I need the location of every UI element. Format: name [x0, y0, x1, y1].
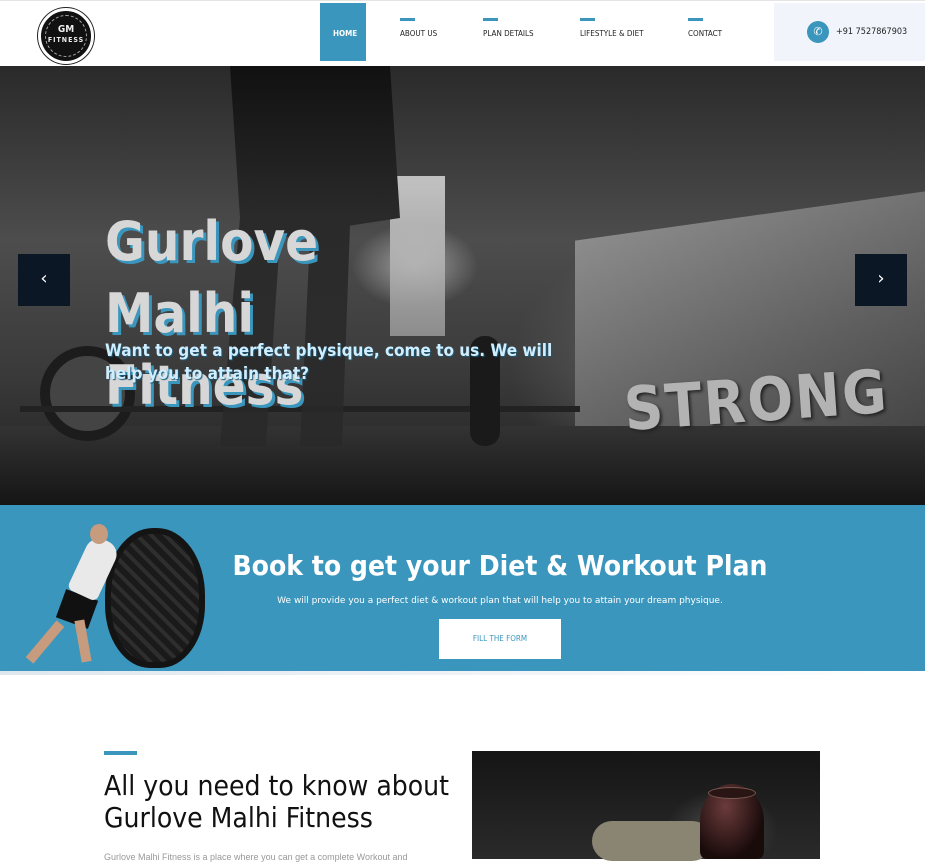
hero-title: Gurlove Malhi Fitness [105, 210, 319, 417]
slider-prev-button[interactable]: ‹ [18, 254, 70, 306]
athlete-leg [25, 620, 65, 664]
slider-next-button[interactable]: › [855, 254, 907, 306]
about-image [472, 751, 820, 861]
athlete-head [90, 524, 108, 544]
nav-home-label: HOME [333, 29, 358, 38]
nav-plan-details-label: PLAN DETAILS [483, 29, 534, 38]
hero-subtitle: Want to get a perfect physique, come to … [105, 341, 553, 384]
gm-fitness-logo[interactable]: GM FITNESS [38, 8, 94, 64]
phone-icon: ✆ [807, 21, 829, 43]
phone-contact[interactable]: ✆ +91 7527867903 [774, 3, 925, 61]
booking-description: We will provide you a perfect diet & wor… [277, 596, 723, 606]
booking-title: Book to get your Diet & Workout Plan [232, 549, 768, 582]
nav-accent-bar [580, 18, 595, 21]
fill-form-button[interactable]: FILL THE FORM [439, 619, 561, 659]
nav-accent-bar [688, 18, 703, 21]
nav-contact-label: CONTACT [688, 29, 723, 38]
image-cloth [592, 821, 712, 861]
hero-slider: STRONG Gurlove Malhi Fitness Want to get… [0, 66, 925, 505]
nav-accent-bar [400, 18, 415, 21]
phone-number: +91 7527867903 [836, 27, 908, 37]
about-accent-bar [104, 751, 137, 755]
chevron-left-icon: ‹ [40, 268, 48, 289]
logo-text-fitness: FITNESS [47, 36, 85, 44]
athlete-leg [74, 619, 92, 663]
chevron-right-icon: › [877, 268, 885, 289]
logo-text-gm: GM [57, 24, 75, 35]
nav-lifestyle-diet-label: LIFESTYLE & DIET [580, 29, 644, 38]
site-header: GM FITNESS HOME ABOUT US PLAN DETAILS LI… [0, 0, 925, 66]
about-title: All you need to know about Gurlove Malhi… [104, 769, 449, 834]
about-text: Gurlove Malhi Fitness is a place where y… [104, 852, 408, 862]
image-cup-rim [708, 787, 756, 799]
hero-floor [0, 426, 925, 505]
nav-home[interactable]: HOME [320, 3, 366, 61]
nav-accent-bar [483, 18, 498, 21]
nav-about-us-label: ABOUT US [400, 29, 438, 38]
